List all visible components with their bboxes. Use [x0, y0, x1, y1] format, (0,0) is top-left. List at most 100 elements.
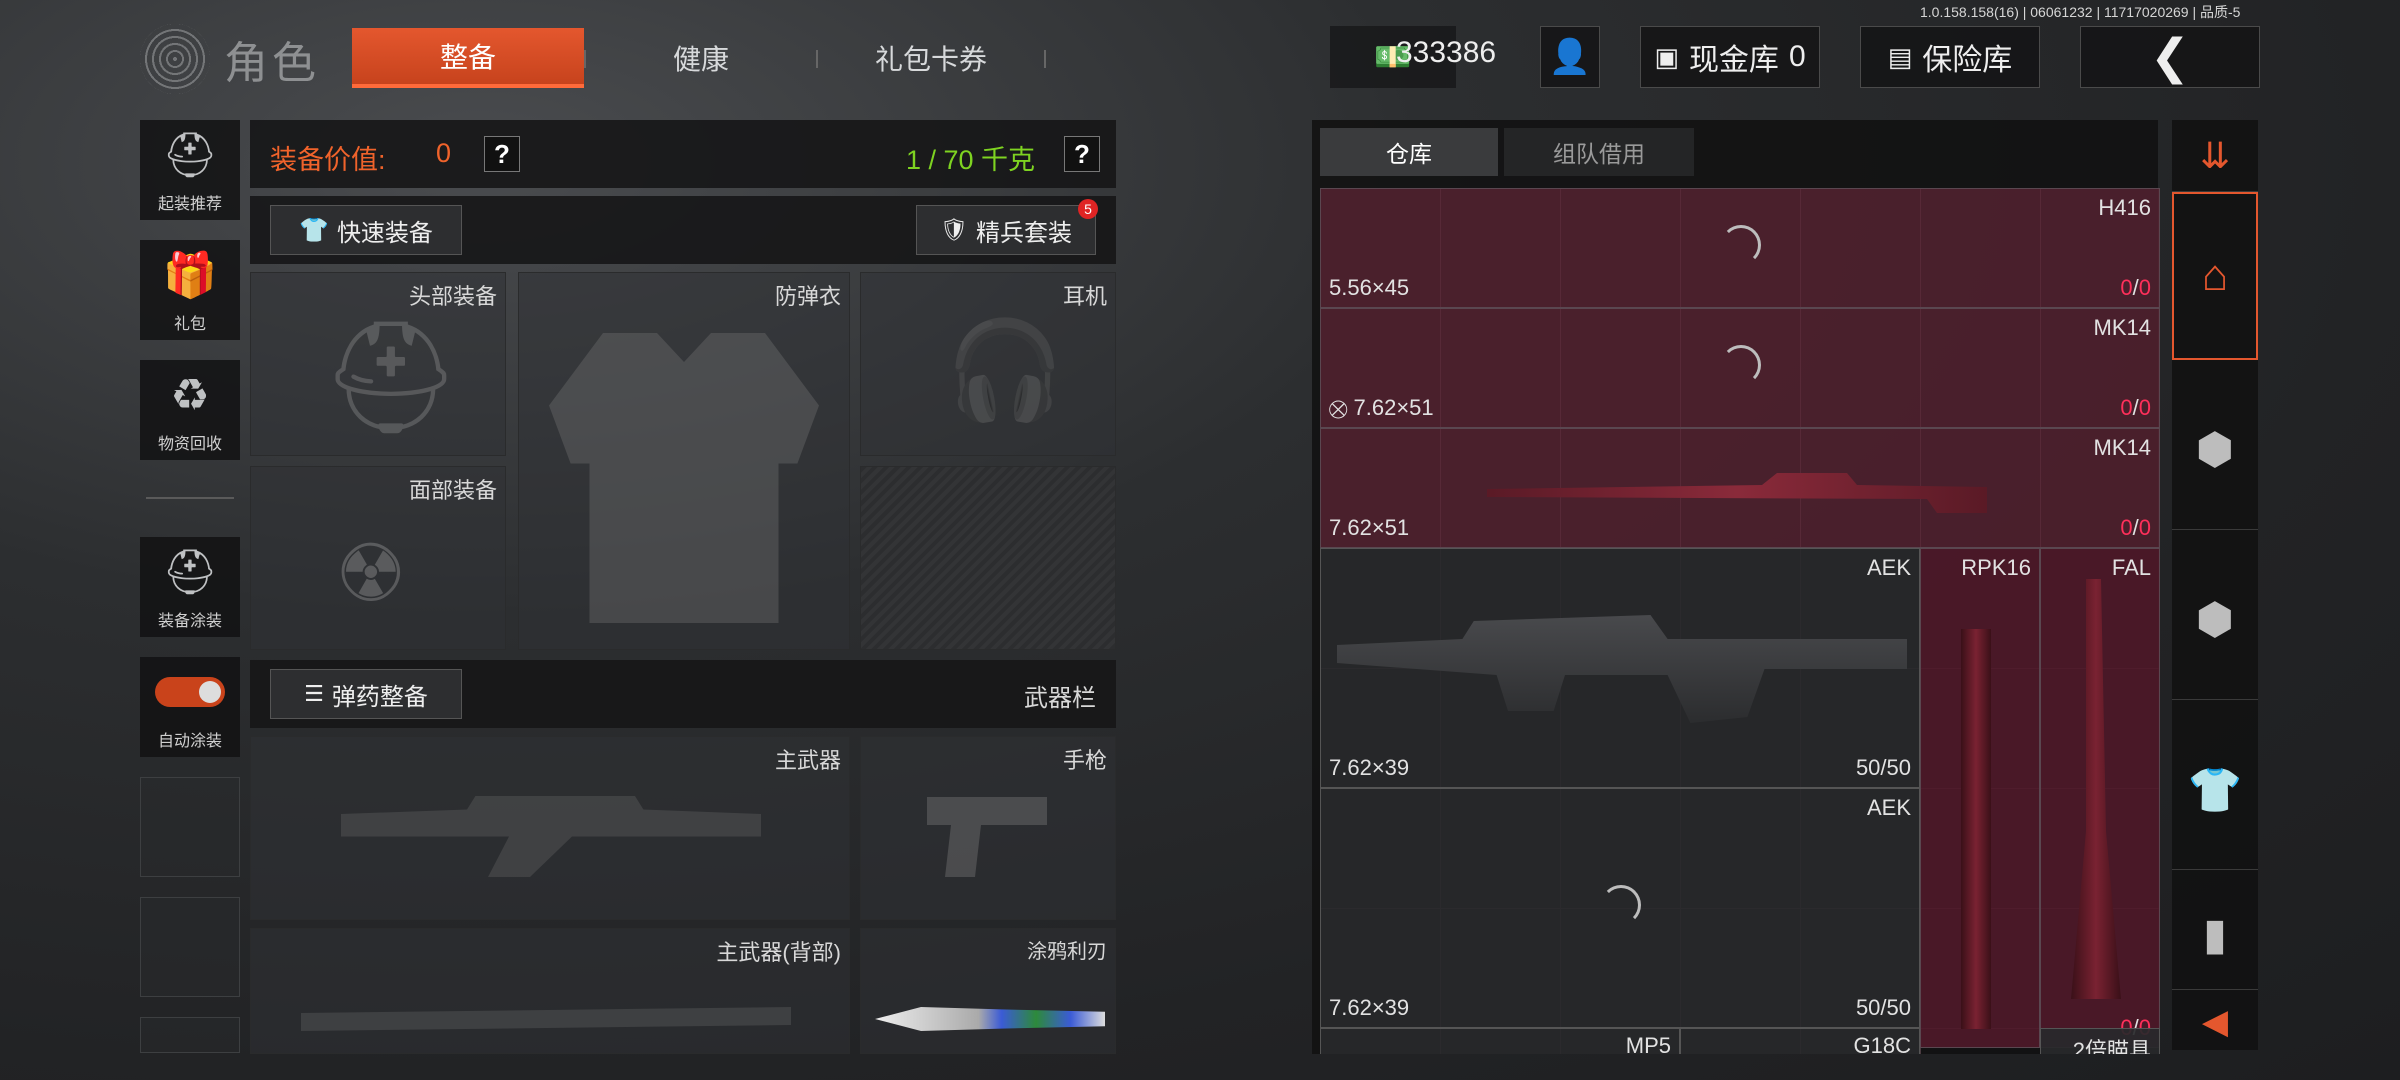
operator-icon: 👤 — [1548, 38, 1592, 76]
warehouse-item[interactable]: MK14 ⛒ 7.62×51 0/0 — [1320, 308, 2160, 428]
face-gear-slot[interactable]: 面部装备 ☢ — [250, 466, 506, 650]
tab-warehouse[interactable]: 仓库 — [1320, 128, 1498, 176]
warehouse-filter-rail: ⇊ ⌂ ⬢ ⬢ 👕 ▮ ◀ — [2172, 120, 2258, 1050]
money-amount: 333386 — [1396, 36, 1497, 69]
ammo-prep-button[interactable]: ☰ 弹药整备 — [270, 669, 462, 719]
pistol-slot[interactable]: 手枪 — [860, 736, 1116, 920]
body-armor-slot[interactable]: 防弹衣 — [518, 272, 850, 650]
safe-vault-button[interactable]: ▤ 保险库 — [1860, 26, 2040, 88]
elite-set-button[interactable]: 🛡 精兵套装 — [916, 205, 1096, 255]
sidebar-item-paint[interactable]: ⛑ 装备涂装 — [140, 537, 240, 637]
loading-spinner-icon — [1721, 225, 1761, 265]
item-name: AEK — [1866, 795, 1911, 820]
quick-equip-button[interactable]: 👕 快速装备 — [270, 205, 462, 255]
warehouse-grid: H416 5.56×45 0/0 MK14 ⛒ 7.62×51 0/0 MK14… — [1320, 188, 2160, 1054]
warehouse-item[interactable]: FAL 0/0 — [2040, 548, 2160, 1048]
ammo-icon: ☰ — [304, 681, 324, 706]
sidebar-item-recommend[interactable]: ⛑ 起装推荐 — [140, 120, 240, 220]
rifle-image — [2071, 579, 2121, 999]
filter-all-button[interactable]: ⌂ — [2172, 192, 2258, 360]
item-count: 0/0 — [2120, 515, 2151, 540]
warehouse-item[interactable]: MK14 7.62×51 0/0 — [1320, 428, 2160, 548]
sidebar-item-label: 自动涂装 — [157, 733, 222, 750]
vest-icon — [549, 333, 819, 623]
quick-equip-label: 快速装备 — [336, 219, 433, 247]
chevron-left-icon: ◀ — [2201, 1003, 2229, 1041]
weapon-bar-label: 武器栏 — [1024, 685, 1096, 712]
item-caliber: 7.62×39 — [1329, 755, 1410, 780]
rifle-image — [1961, 629, 1991, 1029]
loading-spinner-icon — [1601, 885, 1641, 925]
filter-weapon-crate-button[interactable]: ⬢ — [2172, 370, 2258, 530]
helmet-icon: ⛑ — [321, 316, 461, 439]
tab-health[interactable]: 健康 — [586, 28, 816, 88]
sidebar-item-label: 礼包 — [173, 316, 206, 333]
tab-divider — [1044, 50, 1046, 68]
helmet-grid-icon: ⛑ — [162, 131, 218, 180]
item-count: 50/50 — [1855, 755, 1911, 780]
item-name: AEK — [1866, 555, 1911, 580]
recycle-icon: ♻ — [170, 370, 210, 420]
shirt-icon: 👕 — [299, 216, 329, 244]
vault-card-icon: ▣ — [1654, 41, 1679, 72]
warehouse-item[interactable]: AEK 7.62×39 50/50 — [1320, 788, 1920, 1028]
sidebar-item-gift[interactable]: 🎁 礼包 — [140, 240, 240, 340]
knife-icon — [875, 1007, 1105, 1031]
item-name: H416 — [2098, 195, 2151, 220]
back-button[interactable]: ❮ — [2080, 26, 2260, 88]
item-name: MK14 — [2093, 315, 2151, 340]
home-icon: ⌂ — [2201, 251, 2229, 300]
value-help-button[interactable]: ? — [484, 136, 520, 172]
weight-help-button[interactable]: ? — [1064, 136, 1100, 172]
slot-label: 防弹衣 — [774, 284, 841, 309]
warehouse-item[interactable]: RPK16 — [1920, 548, 2040, 1048]
tab-team-borrow[interactable]: 组队借用 — [1504, 128, 1694, 176]
back-weapon-slot[interactable]: 主武器(背部) — [250, 928, 850, 1054]
loading-spinner-icon — [1721, 345, 1761, 385]
sort-button[interactable]: ⇊ — [2172, 120, 2258, 192]
collapse-rail-button[interactable]: ◀ — [2172, 994, 2258, 1050]
item-count: 50/50 — [1855, 995, 1911, 1020]
earpiece-slot[interactable]: 耳机 🎧 — [860, 272, 1116, 456]
cash-vault-count: 0 — [1788, 40, 1806, 73]
crate-icon: ⬢ — [2195, 595, 2235, 644]
headset-icon: 🎧 — [945, 317, 1065, 424]
tab-equipment[interactable]: 整备 — [352, 28, 584, 88]
primary-weapon-slot[interactable]: 主武器 — [250, 736, 850, 920]
sidebar-item-recycle[interactable]: ♻ 物资回收 — [140, 360, 240, 460]
slot-label: 耳机 — [1062, 284, 1107, 309]
warehouse-item[interactable]: H416 5.56×45 0/0 — [1320, 188, 2160, 308]
cash-vault-button[interactable]: ▣ 现金库 0 — [1640, 26, 1820, 88]
elite-set-badge: 5 — [1078, 199, 1098, 219]
item-name: MK14 — [2093, 435, 2151, 460]
item-caliber: 7.62×51 — [1329, 515, 1410, 540]
cash-vault-label: 现金库 — [1688, 44, 1779, 77]
ammo-prep-label: 弹药整备 — [331, 683, 428, 711]
slot-label: 主武器 — [774, 748, 841, 773]
rifle-silhouette-icon — [341, 796, 761, 877]
paint-helmet-icon: ⛑ — [162, 548, 218, 597]
warehouse-item[interactable]: AEK 7.62×39 50/50 — [1320, 548, 1920, 788]
melee-slot[interactable]: 涂鸦利刃 — [860, 928, 1116, 1054]
operator-button[interactable]: 👤 — [1540, 26, 1600, 88]
shirt-icon: 👕 — [2187, 765, 2243, 815]
item-count: 0/0 — [2120, 275, 2151, 300]
warehouse-item[interactable]: G18C — [1680, 1028, 1920, 1054]
crate-icon: ⬢ — [2195, 425, 2235, 474]
head-gear-slot[interactable]: 头部装备 ⛑ — [250, 272, 506, 456]
filter-ammo-button[interactable]: ▮ — [2172, 880, 2258, 990]
equipment-value-label: 装备价值: — [270, 145, 386, 175]
warehouse-item[interactable]: 2倍瞄具 — [2040, 1028, 2160, 1054]
gift-icon: 🎁 — [162, 251, 218, 300]
globe-logo-icon — [140, 24, 210, 94]
rifle-image — [1337, 615, 1907, 723]
sidebar-item-auto-paint[interactable]: 自动涂装 — [140, 657, 240, 757]
filter-crate-button[interactable]: ⬢ — [2172, 540, 2258, 700]
tab-gift-coupons[interactable]: 礼包卡券 — [818, 28, 1044, 88]
slot-label: 手枪 — [1062, 748, 1107, 773]
auto-paint-toggle[interactable] — [155, 677, 225, 707]
warehouse-item[interactable]: MP5 — [1320, 1028, 1680, 1054]
safe-label: 保险库 — [1922, 44, 2013, 77]
filter-armor-button[interactable]: 👕 — [2172, 710, 2258, 870]
item-name: RPK16 — [1961, 555, 2031, 580]
